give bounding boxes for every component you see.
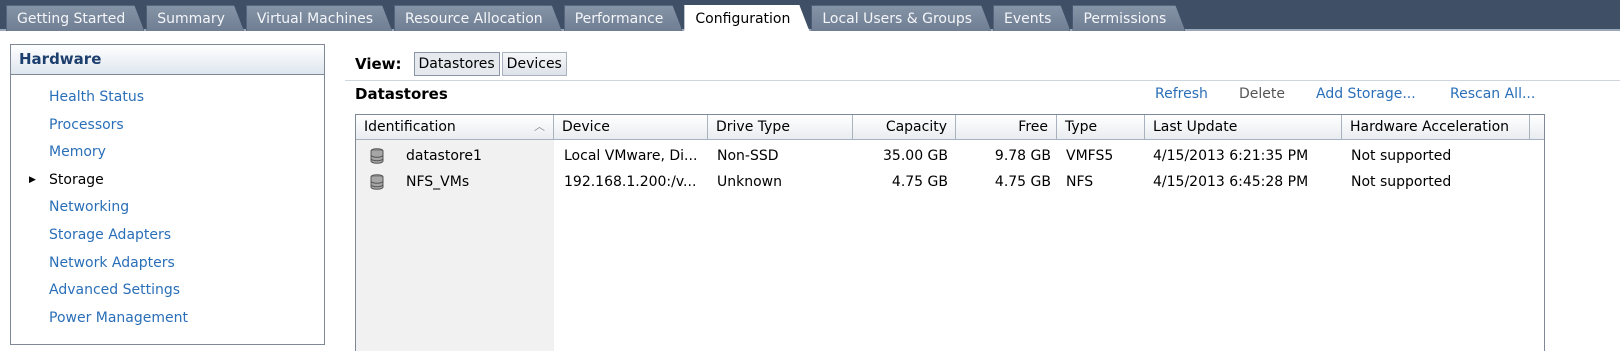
cell-device: 192.168.1.200:/v... [564, 174, 697, 190]
cell-last-update: 4/15/2013 6:21:35 PM [1153, 148, 1309, 164]
hardware-item-processors[interactable]: Processors [11, 112, 324, 140]
column-header-identification[interactable]: Identification ︿ [356, 115, 554, 140]
tab-virtual-machines[interactable]: Virtual Machines [246, 5, 392, 31]
tab-configuration[interactable]: Configuration [684, 5, 809, 31]
cell-free: 4.75 GB [994, 174, 1051, 190]
column-header-hardware-acceleration[interactable]: Hardware Acceleration [1342, 115, 1530, 140]
tab-resource-allocation[interactable]: Resource Allocation [394, 5, 562, 31]
refresh-link[interactable]: Refresh [1155, 84, 1208, 104]
cell-type: NFS [1066, 174, 1094, 190]
triangle-right-icon: ▶ [29, 174, 36, 185]
tab-list: Getting Started Summary Virtual Machines… [6, 5, 1187, 31]
cell-capacity: 35.00 GB [883, 148, 948, 164]
column-header-drive-type[interactable]: Drive Type [708, 115, 853, 140]
tab-events[interactable]: Events [993, 5, 1070, 31]
datastore-table: Identification ︿ Device Drive Type Capac… [355, 114, 1545, 351]
view-datastores-button[interactable]: Datastores [413, 52, 500, 76]
tab-performance[interactable]: Performance [564, 5, 683, 31]
tab-bar: Getting Started Summary Virtual Machines… [0, 0, 1620, 31]
table-header: Identification ︿ Device Drive Type Capac… [356, 115, 1544, 140]
column-header-device[interactable]: Device [554, 115, 708, 140]
tab-summary[interactable]: Summary [146, 5, 244, 31]
rescan-all-link[interactable]: Rescan All... [1450, 84, 1535, 104]
hardware-item-storage[interactable]: ▶ Storage [11, 167, 324, 195]
database-icon [370, 148, 384, 164]
sort-ascending-icon: ︿ [534, 120, 545, 133]
hardware-item-advanced-settings[interactable]: Advanced Settings [11, 277, 324, 305]
cell-device: Local VMware, Di... [564, 148, 698, 164]
hardware-panel: Hardware Health Status Processors Memory… [10, 44, 325, 345]
view-label: View: [355, 55, 402, 73]
tab-local-users-groups[interactable]: Local Users & Groups [811, 5, 991, 31]
hardware-item-health-status[interactable]: Health Status [11, 84, 324, 112]
hardware-item-networking[interactable]: Networking [11, 194, 324, 222]
cell-identification: NFS_VMs [406, 174, 470, 190]
hardware-item-network-adapters[interactable]: Network Adapters [11, 250, 324, 278]
view-toggle: View: Datastores Devices [355, 52, 569, 76]
cell-drive-type: Non-SSD [717, 148, 779, 164]
column-header-type[interactable]: Type [1057, 115, 1145, 140]
add-storage-link[interactable]: Add Storage... [1316, 84, 1416, 104]
hardware-panel-title: Hardware [11, 45, 324, 75]
tab-getting-started[interactable]: Getting Started [6, 5, 144, 31]
cell-identification: datastore1 [406, 148, 482, 164]
column-header-free[interactable]: Free [956, 115, 1057, 140]
cell-capacity: 4.75 GB [891, 174, 948, 190]
column-header-label: Identification [364, 119, 456, 135]
hardware-item-label: Storage [49, 171, 104, 188]
column-header-last-update[interactable]: Last Update [1145, 115, 1342, 140]
view-devices-button[interactable]: Devices [501, 52, 567, 76]
hardware-item-storage-adapters[interactable]: Storage Adapters [11, 222, 324, 250]
delete-link[interactable]: Delete [1239, 84, 1285, 104]
hardware-item-memory[interactable]: Memory [11, 139, 324, 167]
tab-permissions[interactable]: Permissions [1072, 5, 1185, 31]
divider [345, 80, 1620, 81]
section-title: Datastores [355, 85, 448, 103]
hardware-list: Health Status Processors Memory ▶ Storag… [11, 75, 324, 332]
cell-hardware-acceleration: Not supported [1351, 148, 1452, 164]
cell-hardware-acceleration: Not supported [1351, 174, 1452, 190]
database-icon [370, 174, 384, 190]
table-row[interactable]: datastore1 Local VMware, Di... Non-SSD 3… [356, 143, 1544, 169]
column-header-capacity[interactable]: Capacity [853, 115, 956, 140]
table-row[interactable]: NFS_VMs 192.168.1.200:/v... Unknown 4.75… [356, 169, 1544, 195]
hardware-item-power-management[interactable]: Power Management [11, 305, 324, 333]
cell-last-update: 4/15/2013 6:45:28 PM [1153, 174, 1309, 190]
cell-drive-type: Unknown [717, 174, 782, 190]
cell-free: 9.78 GB [994, 148, 1051, 164]
cell-type: VMFS5 [1066, 148, 1114, 164]
